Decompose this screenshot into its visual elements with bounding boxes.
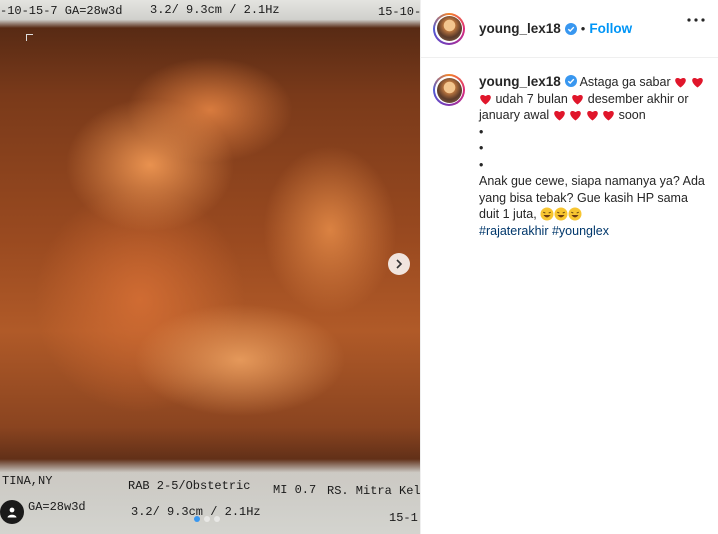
laughing-emoji-icon [568, 207, 582, 221]
user-tag-icon [7, 507, 17, 518]
red-heart-emoji-icon [675, 77, 686, 88]
verified-badge-icon [564, 75, 577, 87]
caption-avatar[interactable] [433, 74, 465, 106]
post-side-panel: young_lex18 • Follow young_lex18 Astaga … [420, 0, 718, 534]
post-caption: young_lex18 Astaga ga sabar udah 7 bulan… [421, 58, 718, 239]
caption-line-4: soon [618, 108, 646, 122]
overlay-bottom-l2: RAB 2-5/Obstetric [128, 479, 251, 493]
carousel-dot [194, 516, 200, 522]
author-username[interactable]: young_lex18 [479, 21, 561, 36]
overlay-bottom-l3: MI 0.7 [273, 483, 317, 497]
overlay-bottom-l4: RS. Mitra Kelu [327, 484, 420, 498]
laughing-emoji-icon [554, 207, 568, 221]
overlay-bottom-l1: TINA,NY [2, 474, 53, 488]
avatar-photo [436, 77, 462, 103]
post-header: young_lex18 • Follow [421, 0, 718, 58]
verified-badge-icon [564, 22, 577, 35]
red-heart-emoji-icon [480, 94, 491, 104]
post-media: -10-15-7 GA=28w3d 3.2/ 9.3cm / 2.1Hz 15-… [0, 0, 420, 534]
chevron-right-icon [396, 259, 403, 269]
overlay-bottom-r3: 15-1 [389, 511, 418, 525]
carousel-dot [214, 516, 220, 522]
avatar-photo [436, 16, 462, 41]
caption-line-5: Anak gue cewe, siapa namanya ya? Ada yan… [479, 174, 705, 221]
red-heart-emoji-icon [572, 94, 584, 104]
ultrasound-corner-mark [26, 34, 33, 41]
hashtag-younglex[interactable]: #younglex [552, 224, 609, 238]
overlay-top-mid: 3.2/ 9.3cm / 2.1Hz [150, 3, 280, 17]
carousel-dot [204, 516, 210, 522]
caption-bullet: • [479, 141, 484, 155]
red-heart-emoji-icon [586, 110, 598, 121]
header-separator: • [580, 21, 586, 36]
caption-line-2: udah 7 bulan [495, 91, 568, 106]
caption-username[interactable]: young_lex18 [479, 74, 561, 89]
red-heart-emoji-icon [603, 110, 614, 121]
author-avatar[interactable] [433, 12, 465, 45]
red-heart-emoji-icon [691, 77, 703, 88]
caption-bullet: • [479, 124, 484, 139]
ultrasound-image [0, 0, 420, 534]
carousel-next-button[interactable] [388, 253, 410, 275]
tagged-users-button[interactable] [0, 500, 24, 524]
red-heart-emoji-icon [570, 110, 581, 121]
caption-line-1: Astaga ga sabar [579, 75, 671, 89]
carousel-indicator [194, 516, 220, 522]
laughing-emoji-icon [540, 207, 554, 221]
red-heart-emoji-icon [553, 110, 565, 121]
follow-button[interactable]: Follow [589, 21, 632, 36]
more-options-icon[interactable] [687, 18, 705, 22]
overlay-bottom-r1: GA=28w3d [28, 500, 86, 514]
overlay-top-right: 15-10- [378, 5, 420, 19]
caption-bullet: • [479, 157, 484, 172]
caption-text: young_lex18 Astaga ga sabar udah 7 bulan… [479, 74, 707, 239]
overlay-top-left: -10-15-7 GA=28w3d [0, 4, 123, 18]
hashtag-rajaterakhir[interactable]: #rajaterakhir [479, 224, 548, 238]
